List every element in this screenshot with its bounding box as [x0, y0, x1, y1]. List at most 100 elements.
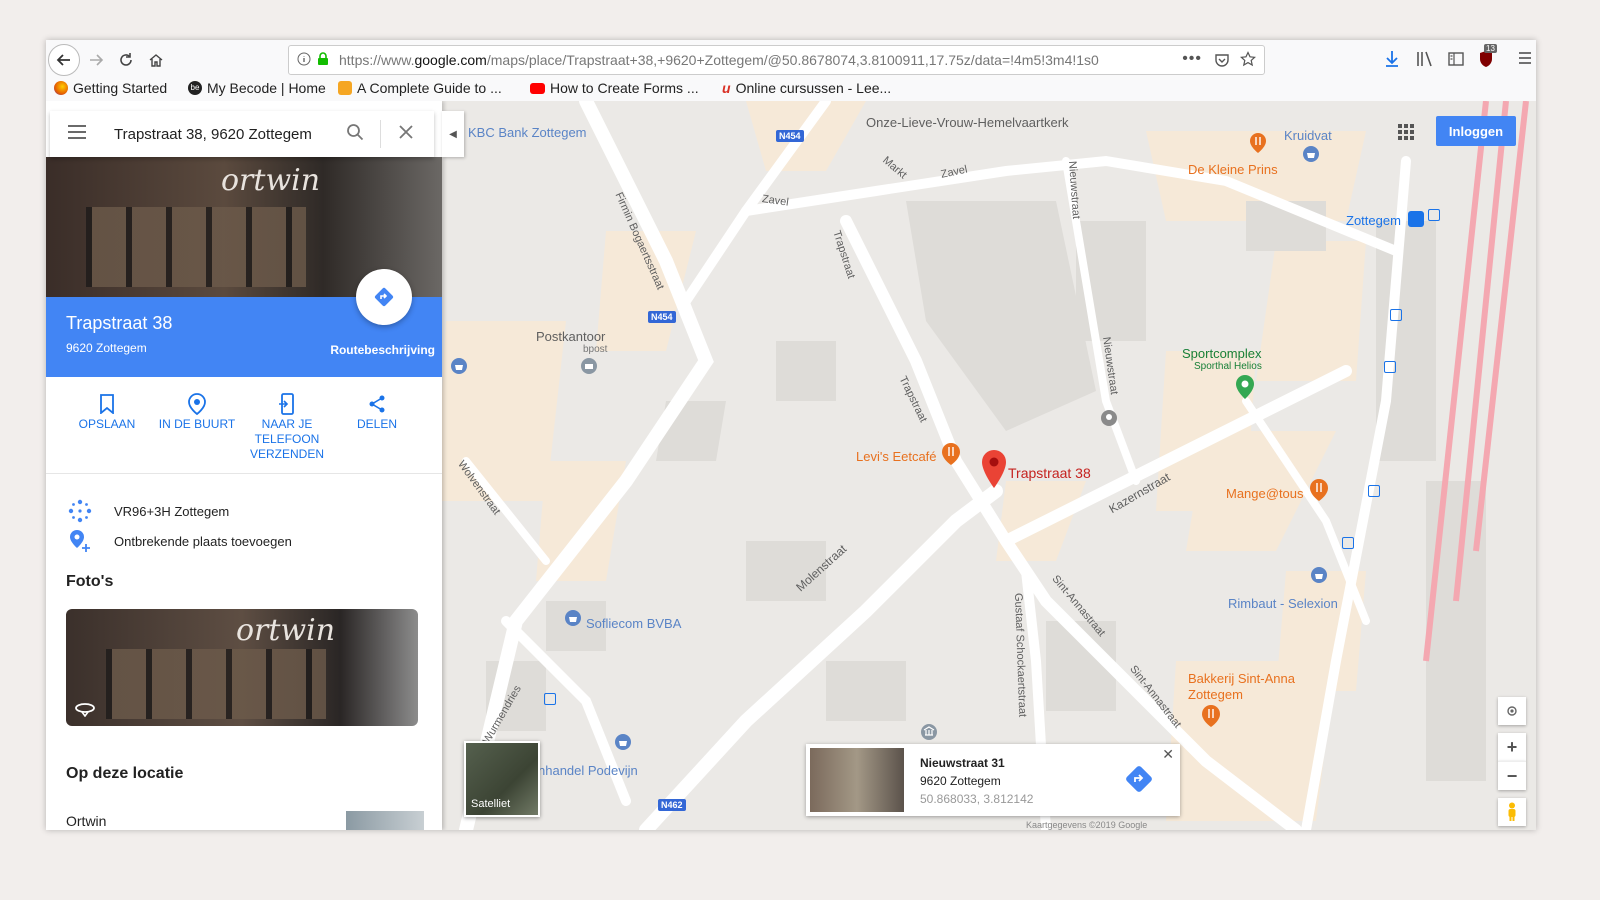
minus-icon: − — [1506, 765, 1518, 786]
search-input[interactable] — [112, 124, 336, 144]
hero-store-sign: ortwin — [221, 163, 321, 198]
menu-icon[interactable] — [1518, 51, 1532, 70]
poi-sportcomplex[interactable]: Sportcomplex — [1182, 346, 1261, 361]
shopping-pin-icon[interactable] — [614, 733, 632, 760]
bus-stop-icon[interactable] — [1342, 537, 1354, 549]
address-bar[interactable]: https://www.google.com/maps/place/Trapst… — [288, 45, 1265, 75]
poi-kbc-bank[interactable]: KBC Bank Zottegem — [468, 125, 587, 140]
page-actions-icon[interactable]: ••• — [1182, 50, 1202, 68]
collapse-panel-button[interactable]: ◀ — [442, 111, 464, 157]
poi-sofliecom[interactable]: Sofliecom BVBA — [586, 616, 681, 631]
at-location-item[interactable]: Ortwin — [66, 813, 106, 829]
poi-de-kleine-prins[interactable]: De Kleine Prins — [1188, 162, 1278, 177]
shopping-pin-icon[interactable] — [450, 357, 468, 384]
save-label: OPSLAAN — [78, 417, 136, 431]
add-place-row[interactable]: Ontbrekende plaats toevoegen — [66, 529, 292, 553]
sidebar-icon[interactable] — [1448, 51, 1464, 72]
sports-pin-icon[interactable] — [1236, 375, 1254, 404]
museum-pin-icon[interactable] — [920, 723, 938, 746]
place-subtitle: 9620 Zottegem — [66, 341, 147, 355]
directions-icon[interactable] — [1124, 764, 1154, 797]
bookmark-getting-started[interactable]: Getting Started — [54, 80, 167, 96]
poi-zottegem-station[interactable]: Zottegem — [1346, 213, 1401, 228]
search-icon[interactable] — [346, 123, 364, 145]
back-button[interactable] — [48, 44, 80, 76]
udemy-icon: u — [722, 80, 731, 96]
poi-podevijn[interactable]: nhandel Podevijn — [538, 763, 638, 778]
bus-stop-icon[interactable] — [1384, 361, 1396, 373]
route-label[interactable]: Routebeschrijving — [330, 343, 435, 357]
location-pin-icon[interactable] — [982, 450, 1006, 495]
at-location-heading: Op deze locatie — [66, 765, 184, 782]
place-info-card[interactable]: Nieuwstraat 31 9620 Zottegem 50.868033, … — [806, 744, 1180, 816]
poi-church[interactable]: Onze-Lieve-Vrouw-Hemelvaartkerk — [866, 115, 1069, 130]
restaurant-pin-icon[interactable] — [1202, 705, 1220, 732]
forward-button[interactable] — [82, 46, 110, 74]
info-icon[interactable] — [297, 52, 311, 69]
nearby-label: IN DE BUURT — [158, 417, 236, 431]
place-side-panel: ortwin Trapstraat 38 9620 Zottegem Route… — [46, 101, 442, 830]
place-actions: OPSLAAN IN DE BUURT NAAR JE TELEFOON VER… — [46, 377, 442, 474]
poi-bakkerij-sint-anna[interactable]: Bakkerij Sint-Anna — [1188, 671, 1295, 686]
save-button[interactable]: OPSLAAN — [62, 391, 152, 432]
poi-rimbaut-selexion[interactable]: Rimbaut - Selexion — [1228, 596, 1338, 611]
home-button[interactable] — [142, 46, 170, 74]
library-icon[interactable] — [1416, 51, 1434, 72]
photo-storefront — [106, 649, 326, 719]
bookmark-create-forms[interactable]: How to Create Forms ... — [530, 80, 699, 96]
street-view-thumbnail[interactable] — [810, 748, 904, 812]
zoom-out-button[interactable]: − — [1498, 761, 1526, 790]
bookmark-complete-guide[interactable]: A Complete Guide to ... — [338, 80, 502, 96]
place-title: Trapstraat 38 — [66, 313, 173, 333]
satellite-toggle[interactable]: Satelliet — [464, 741, 540, 817]
poi-levis-eetcafe[interactable]: Levi's Eetcafé — [856, 449, 937, 464]
pegman-button[interactable] — [1498, 798, 1526, 826]
photo-store-sign: ortwin — [236, 613, 336, 648]
restaurant-pin-icon[interactable] — [942, 443, 960, 470]
plus-code-icon — [66, 499, 94, 523]
bookmark-online-cursussen[interactable]: u Online cursussen - Lee... — [722, 80, 891, 96]
at-location-thumbnail[interactable] — [346, 811, 424, 830]
zoom-in-button[interactable]: + — [1498, 733, 1526, 761]
pegman-icon — [1508, 802, 1516, 821]
restaurant-pin-icon[interactable] — [1250, 133, 1266, 158]
reload-button[interactable] — [112, 46, 140, 74]
street-view-photo[interactable]: ortwin — [66, 609, 418, 726]
my-location-button[interactable] — [1498, 697, 1526, 725]
restaurant-pin-icon[interactable] — [1310, 479, 1328, 506]
plus-icon: + — [1506, 736, 1518, 757]
poi-kruidvat[interactable]: Kruidvat — [1284, 128, 1332, 143]
ublock-icon[interactable]: 13 — [1478, 44, 1497, 73]
bus-stop-icon[interactable] — [1428, 209, 1440, 221]
post-office-pin-icon[interactable] — [580, 357, 598, 384]
bus-stop-icon[interactable] — [544, 693, 556, 705]
bookmark-star-icon[interactable] — [1240, 51, 1256, 70]
send-to-phone-button[interactable]: NAAR JE TELEFOON VERZENDEN — [242, 391, 332, 462]
map-viewport[interactable]: Zavel Zavel Markt Firmin Bogaertsstraat … — [46, 101, 1536, 830]
pocket-icon[interactable] — [1214, 52, 1230, 71]
clear-search-icon[interactable] — [399, 125, 413, 143]
apps-grid-icon[interactable] — [1398, 124, 1414, 140]
nearby-button[interactable]: IN DE BUURT — [152, 391, 242, 432]
shopping-pin-icon[interactable] — [1302, 145, 1320, 170]
close-icon[interactable]: ✕ — [1162, 746, 1174, 763]
bus-stop-icon[interactable] — [1390, 309, 1402, 321]
shopping-pin-icon[interactable] — [1310, 566, 1328, 593]
login-button[interactable]: Inloggen — [1436, 116, 1516, 146]
hamburger-menu-icon[interactable] — [68, 125, 86, 143]
bookmark-becode[interactable]: be My Becode | Home — [188, 80, 326, 96]
poi-postkantoor[interactable]: Postkantoor — [536, 329, 605, 344]
train-station-icon[interactable] — [1408, 211, 1424, 227]
url-text[interactable]: https://www.google.com/maps/place/Trapst… — [339, 52, 1159, 68]
download-icon[interactable] — [1384, 50, 1400, 73]
plus-code-row[interactable]: VR96+3H Zottegem — [66, 499, 229, 523]
shopping-pin-icon[interactable] — [564, 609, 582, 636]
storefront-window — [86, 207, 306, 287]
poi-bpost: bpost — [583, 344, 608, 355]
bus-stop-icon[interactable] — [1368, 485, 1380, 497]
share-button[interactable]: DELEN — [332, 391, 422, 432]
place-pin-icon[interactable] — [1100, 409, 1118, 432]
pin-label[interactable]: Trapstraat 38 — [1008, 465, 1091, 481]
poi-mange-tous[interactable]: Mange@tous — [1226, 486, 1304, 501]
directions-button[interactable] — [356, 269, 412, 325]
